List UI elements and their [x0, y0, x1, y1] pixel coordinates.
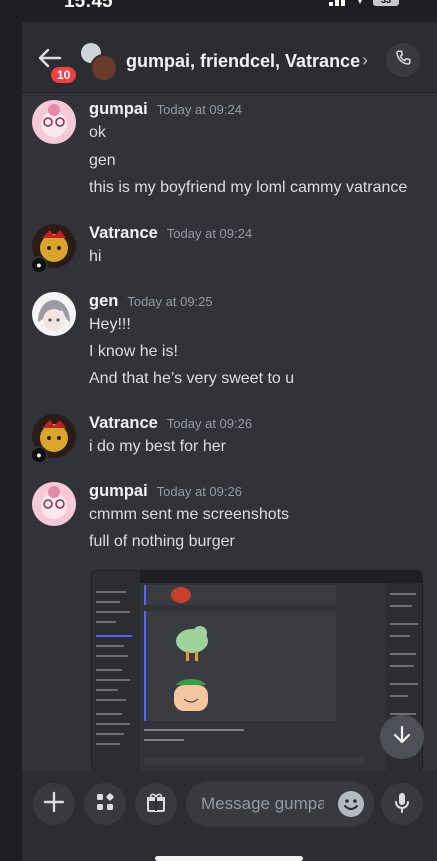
message-text: hi	[89, 248, 102, 265]
page-title[interactable]: gumpai, friendcel, Vatrance	[126, 51, 360, 72]
message-author[interactable]: Vatrance Today at 09:24	[89, 224, 252, 243]
message-timestamp: Today at 09:25	[127, 294, 213, 309]
message-text: And that he’s very sweet to u	[89, 370, 295, 387]
message-text: this is my boyfriend my loml cammy vatra…	[89, 179, 408, 196]
plus-icon	[43, 791, 65, 818]
message-timestamp: Today at 09:24	[166, 226, 253, 241]
message-text: gen	[89, 152, 116, 169]
message-text: cmmm sent me screenshots	[89, 506, 290, 523]
message-author[interactable]: gumpai Today at 09:24	[89, 100, 242, 119]
attachment-embed	[144, 585, 336, 605]
message-author[interactable]: Vatrance Today at 09:26	[89, 414, 252, 433]
microphone-icon	[391, 791, 413, 818]
message-text: full of nothing burger	[89, 533, 235, 550]
status-time: 15:45	[64, 0, 113, 12]
left-edge	[0, 0, 22, 861]
call-button[interactable]	[386, 43, 420, 77]
dm-screen: 15:45 ▾ 33 10 gumpai, friendcel, Vatranc…	[0, 0, 437, 861]
avatar[interactable]	[32, 482, 76, 526]
message-timestamp: Today at 09:26	[156, 484, 242, 499]
apps-button[interactable]	[84, 783, 126, 825]
message-author[interactable]: gen Today at 09:25	[89, 292, 213, 311]
signal-icon	[328, 0, 347, 6]
phone-icon	[394, 49, 412, 72]
channel-header: 10 gumpai, friendcel, Vatrance ›	[22, 22, 437, 93]
attachment-sidebar	[92, 571, 140, 771]
battery-icon: 33	[373, 0, 399, 6]
message-text: i do my best for her	[89, 438, 226, 455]
message-composer	[22, 771, 437, 861]
message-text: Hey!!!	[89, 316, 131, 333]
message-timestamp: Today at 09:24	[156, 102, 242, 117]
add-attachment-button[interactable]	[33, 783, 75, 825]
message-author[interactable]: gumpai Today at 09:26	[89, 482, 242, 501]
scroll-to-bottom-button[interactable]	[380, 715, 424, 759]
home-indicator[interactable]	[155, 856, 303, 861]
emoji-icon[interactable]	[338, 791, 364, 817]
avatar[interactable]	[32, 100, 76, 144]
attachment-topbar	[92, 571, 422, 583]
arrow-down-icon	[392, 725, 412, 750]
chevron-right-icon[interactable]: ›	[362, 50, 368, 71]
avatar[interactable]	[32, 292, 76, 336]
status-icons: ▾ 33	[328, 0, 399, 7]
message-timestamp: Today at 09:26	[166, 416, 253, 431]
message-text: I know he is!	[89, 343, 178, 360]
status-icon: ●	[30, 256, 48, 274]
wifi-icon: ▾	[356, 0, 363, 7]
attachment-embed	[144, 611, 336, 669]
gift-button[interactable]	[135, 783, 177, 825]
attachment-embed	[144, 669, 336, 721]
status-bar: 15:45 ▾ 33	[22, 0, 437, 22]
image-attachment[interactable]	[91, 570, 423, 772]
unread-badge: 10	[49, 65, 79, 85]
gift-icon	[145, 791, 167, 818]
voice-message-button[interactable]	[381, 783, 423, 825]
message-text: ok	[89, 124, 106, 141]
apps-icon	[94, 791, 116, 818]
status-icon: ●	[30, 446, 48, 464]
avatar	[90, 54, 118, 82]
